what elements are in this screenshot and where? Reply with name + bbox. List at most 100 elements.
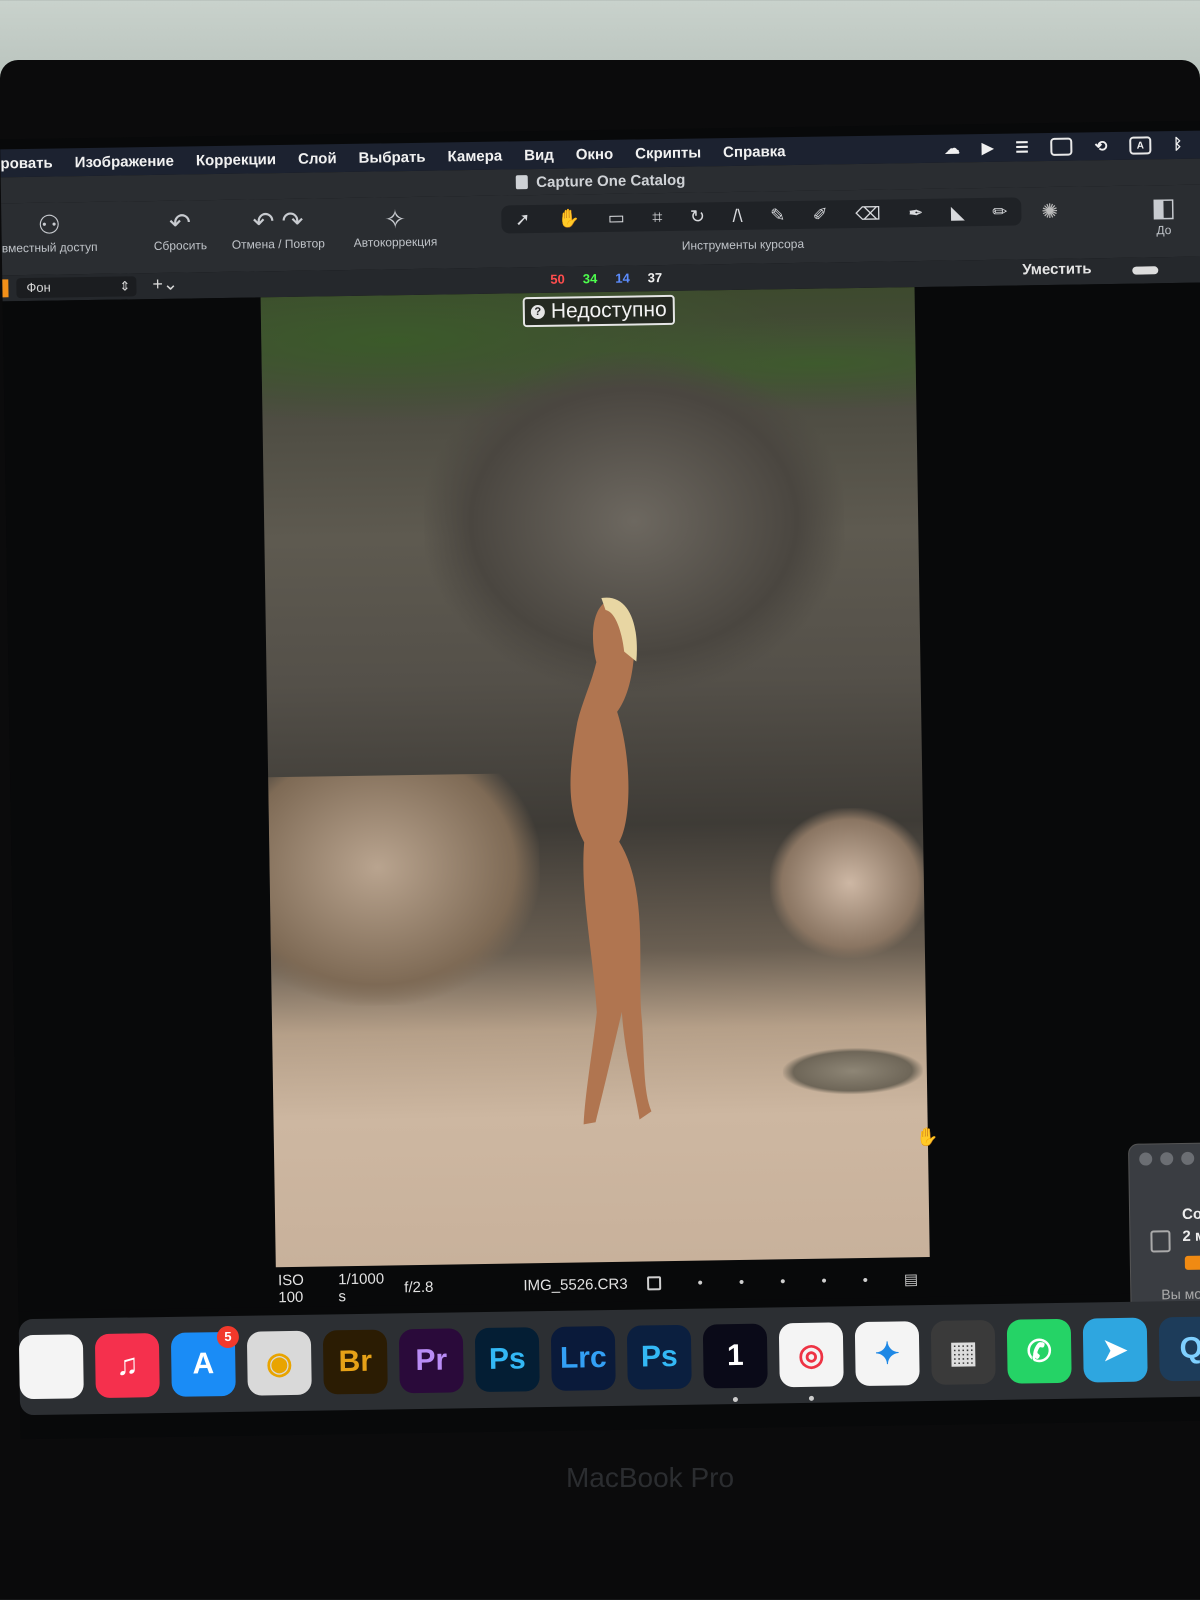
loupe-icon[interactable]: ▭: [608, 207, 625, 228]
bridge-app-icon[interactable]: Br: [322, 1329, 388, 1395]
menu-item-select[interactable]: Выбрать: [358, 148, 425, 166]
menu-item-view[interactable]: Вид: [524, 146, 554, 163]
rating-dot[interactable]: •: [780, 1273, 786, 1290]
unavailable-badge: ? Недоступно: [522, 294, 675, 328]
exposure-count: 14: [615, 270, 630, 286]
zoom-icon[interactable]: [1181, 1151, 1195, 1165]
telegram-app-icon[interactable]: ➤: [1082, 1317, 1148, 1383]
menu-item-image[interactable]: Изображение: [75, 152, 174, 171]
undo-redo-label: Отмена / Повтор: [231, 236, 326, 252]
before-after-icon: ◧: [1151, 191, 1177, 223]
app-store-app-icon[interactable]: A5: [170, 1325, 240, 1397]
picker-icon[interactable]: ✒: [908, 202, 923, 223]
device-label: MacBook Pro: [565, 1462, 735, 1493]
exposure-count: 50: [550, 271, 565, 287]
layer-color-tag: [2, 279, 9, 298]
menu-item-adjustments[interactable]: Коррекции: [196, 151, 276, 169]
dock-app-label: Q: [1179, 1331, 1200, 1366]
photoshop-beta-app-icon[interactable]: Ps: [626, 1324, 692, 1390]
rating-dot[interactable]: •: [821, 1272, 827, 1289]
photo-figure: [570, 597, 652, 1125]
photo[interactable]: [260, 287, 930, 1268]
share-button[interactable]: ⚇ вместный доступ: [1, 208, 98, 256]
notification-window: Созд 2 ми Вы мож: [1127, 1142, 1200, 1314]
cursor-tools-label: Инструменты курсора: [681, 236, 805, 253]
pan-hand-icon[interactable]: ✋: [558, 208, 581, 229]
gradient-icon[interactable]: ◣: [951, 202, 965, 223]
photo-rock: [268, 773, 542, 1008]
freeform-app-icon[interactable]: [18, 1334, 84, 1400]
select-cursor-icon[interactable]: ➚: [515, 209, 530, 230]
undo-redo-icon: ↶ ↷: [252, 205, 304, 237]
rating-dot[interactable]: •: [697, 1274, 703, 1291]
zoom-fit-label[interactable]: Уместить: [1022, 260, 1092, 278]
image-capture-app-icon[interactable]: ▦: [930, 1319, 996, 1385]
zoom-slider[interactable]: [1132, 266, 1159, 275]
menu-item-window[interactable]: Окно: [576, 145, 614, 163]
display-icon[interactable]: [1050, 137, 1073, 156]
magic-wand-icon: ✧: [384, 204, 407, 235]
heal-icon[interactable]: ✐: [813, 204, 828, 225]
before-label: До: [1156, 223, 1172, 238]
notification-checkbox[interactable]: [1150, 1230, 1171, 1253]
undo-redo-button[interactable]: ↶ ↷ Отмена / Повтор: [231, 204, 326, 252]
lightroom-classic-app-icon[interactable]: Lrc: [550, 1325, 616, 1391]
bluetooth-icon[interactable]: ᛒ: [1173, 136, 1182, 154]
close-icon[interactable]: [1139, 1152, 1153, 1166]
rotate-icon[interactable]: ↻: [690, 206, 705, 227]
crop-icon[interactable]: ⌗: [652, 207, 662, 228]
rating-dot[interactable]: •: [863, 1271, 869, 1288]
running-indicator: [732, 1396, 738, 1403]
dock-app-label: ◉: [265, 1346, 293, 1380]
reset-label: Сбросить: [153, 238, 208, 254]
whatsapp-app-icon[interactable]: ✆: [1006, 1318, 1072, 1384]
running-indicator: [808, 1395, 814, 1401]
safari-app-icon[interactable]: ✦: [854, 1321, 920, 1387]
share-label: вместный доступ: [1, 239, 98, 256]
keyboard-a-icon[interactable]: A: [1129, 136, 1152, 155]
aperture-app-icon[interactable]: ◉: [246, 1330, 312, 1396]
quicktime-app-icon[interactable]: Q: [1158, 1316, 1200, 1382]
premiere-app-icon[interactable]: Pr: [398, 1328, 464, 1394]
hand-cursor-icon: ✋: [915, 1126, 939, 1148]
add-layer-button[interactable]: +⌄: [152, 274, 178, 295]
before-after-button[interactable]: ◧ До: [1151, 191, 1176, 237]
capture-one-app-icon[interactable]: 1: [702, 1323, 768, 1403]
dock-app-label: ➤: [1102, 1333, 1129, 1367]
chevron-updown-icon: ⇕: [119, 278, 131, 294]
menu-item-layer[interactable]: Слой: [298, 150, 337, 168]
play-icon[interactable]: ▶: [982, 139, 994, 157]
notification-subtitle: 2 ми: [1182, 1227, 1200, 1245]
question-icon: ?: [530, 304, 545, 320]
select-checkbox[interactable]: [647, 1276, 662, 1291]
keystone-icon[interactable]: /\: [732, 205, 742, 226]
creative-cloud-icon[interactable]: ☁: [945, 139, 960, 157]
eraser-icon[interactable]: ⌫: [855, 203, 881, 224]
menu-item-camera[interactable]: Камера: [447, 147, 502, 165]
photo-rock: [768, 806, 930, 960]
dock: ♫ A 5 ◉ Br Pr Ps Lrc Ps 1 ◎ ✦ ▦ ✆ ➤ Q: [18, 1300, 1200, 1416]
chrome-app-icon[interactable]: ◎: [778, 1322, 844, 1401]
filename: IMG_5526.CR3: [523, 1275, 628, 1294]
reset-button[interactable]: ↶ Сбросить: [153, 206, 208, 254]
exposure-count: 34: [582, 271, 598, 287]
layers-icon[interactable]: ☰: [1015, 138, 1029, 156]
rating-dot[interactable]: •: [739, 1273, 745, 1290]
layer-select[interactable]: Фон ⇕: [16, 276, 137, 299]
menu-item-help[interactable]: Справка: [723, 143, 786, 161]
photoshop-app-icon[interactable]: Ps: [474, 1327, 540, 1393]
info-icon[interactable]: ▤: [904, 1270, 918, 1288]
menu-item-edit[interactable]: ровать: [0, 154, 53, 172]
window-title: Capture One Catalog: [536, 171, 686, 191]
music-app-icon[interactable]: ♫: [94, 1333, 160, 1399]
time-machine-icon[interactable]: ⟲: [1095, 137, 1108, 155]
image-viewer: ? Недоступно ✋ ISO 100 1/1000 s f/2.8 IM…: [2, 282, 1200, 1314]
annotate-icon[interactable]: ✏: [992, 201, 1007, 222]
dock-app-label: ✆: [1026, 1334, 1053, 1368]
minimize-icon[interactable]: [1160, 1152, 1174, 1166]
brush-icon[interactable]: ✎: [770, 205, 785, 226]
shutter-value: 1/1000 s: [338, 1270, 385, 1306]
dock-app-label: ▦: [948, 1335, 978, 1370]
menu-item-scripts[interactable]: Скрипты: [635, 144, 701, 162]
autocorrect-button[interactable]: ✧ Автокоррекция: [353, 203, 438, 250]
